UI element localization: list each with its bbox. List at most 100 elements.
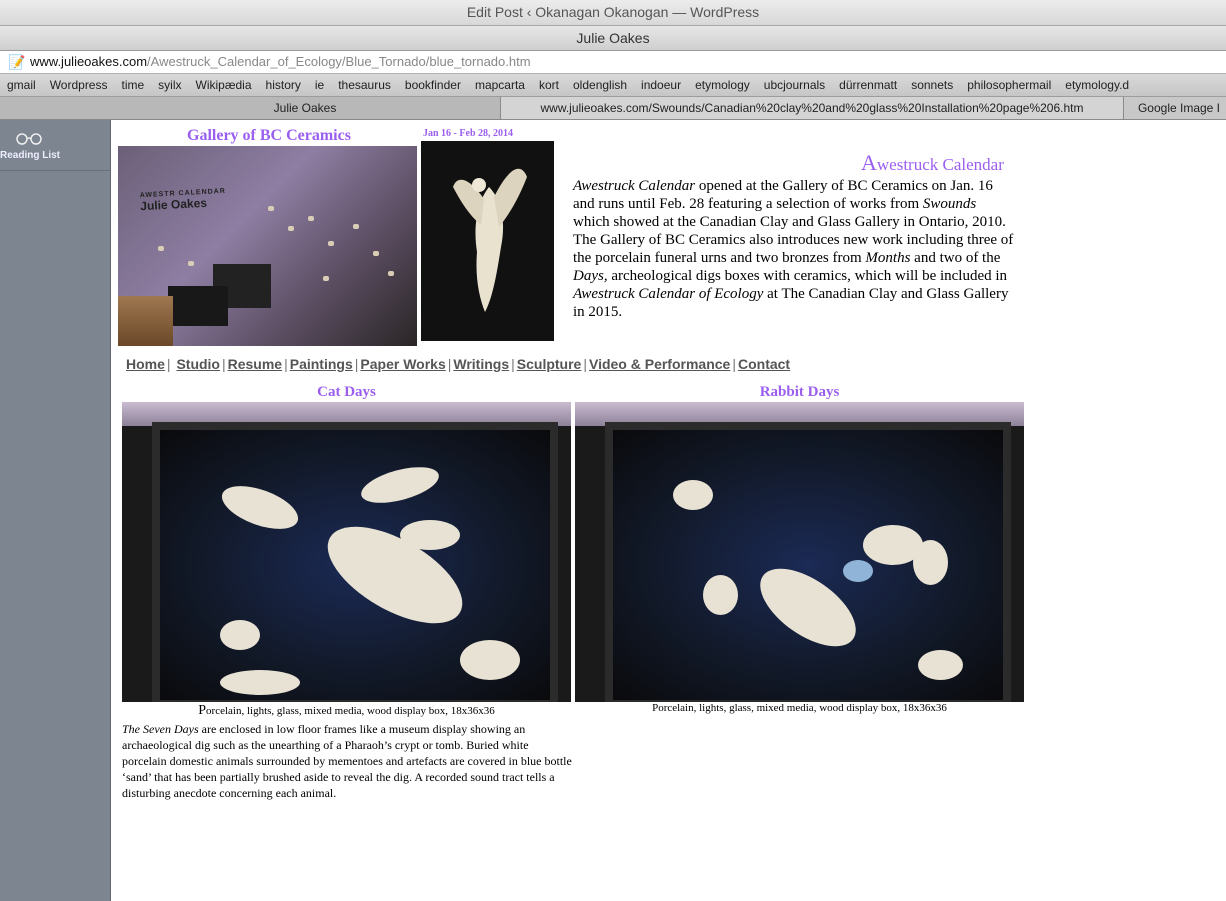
nav-studio[interactable]: Studio (176, 356, 220, 372)
wall-sculpture (323, 276, 329, 281)
porcelain-cat (400, 520, 460, 550)
bookmark-item[interactable]: Wordpress (50, 74, 108, 96)
intro-em: Awestruck Calendar (573, 178, 696, 194)
porcelain-artefact (220, 670, 300, 695)
desc-em: The Seven Days (122, 722, 199, 736)
address-bar[interactable]: 📝 www.julieoakes.com/Awestruck_Calendar_… (0, 51, 1226, 74)
wall-sculpture (268, 206, 274, 211)
wall-sculpture (188, 261, 194, 266)
nav-separator: | (166, 356, 171, 372)
photo-sign: AWESTR CALENDAR Julie Oakes (139, 186, 226, 214)
bookmark-item[interactable]: bookfinder (405, 74, 461, 96)
bookmark-item[interactable]: Wikipædia (196, 74, 252, 96)
wall-sculpture (308, 216, 314, 221)
intro-em: Months (865, 250, 911, 266)
site-navigation: Home | Studio | Resume | Paintings | Paper Work… (126, 356, 976, 372)
cat-days-caption: Porcelain, lights, glass, mixed media, w… (122, 703, 571, 719)
wall-sculpture (388, 271, 394, 276)
url-domain: www.julieoakes.com (30, 54, 148, 69)
title-initial: A (861, 150, 877, 175)
porcelain-rabbit (913, 540, 948, 585)
porcelain-bird-sculpture (453, 168, 527, 312)
nav-separator: | (732, 356, 736, 372)
page-title: Julie Oakes (576, 30, 650, 46)
wall-sculpture (353, 224, 359, 229)
intro-text: archeological digs boxes with ceramics, … (607, 268, 1008, 284)
gallery-title: Gallery of BC Ceramics (187, 127, 351, 144)
url-path: /Awestruck_Calendar_of_Ecology/Blue_Torn… (147, 54, 531, 69)
nav-writings[interactable]: Writings (453, 356, 509, 372)
porcelain-bird-photo[interactable] (421, 141, 554, 341)
caption-rest: orcelain, lights, glass, mixed media, wo… (206, 705, 495, 717)
intro-em: Days, (573, 268, 608, 284)
nav-paintings[interactable]: Paintings (290, 356, 353, 372)
intro-paragraph: Awestruck Calendar opened at the Gallery… (573, 177, 1015, 321)
wall-sculpture (373, 251, 379, 256)
porcelain-cat (460, 640, 520, 680)
title-rest: westruck Calendar (876, 155, 1004, 174)
bookmark-item[interactable]: etymology.d (1065, 74, 1129, 96)
rabbit-days-title: Rabbit Days (759, 384, 840, 400)
reading-list-label: Reading List (0, 150, 61, 161)
bookmark-item[interactable]: history (266, 74, 301, 96)
nav-sculpture[interactable]: Sculpture (517, 356, 582, 372)
bookmark-item[interactable]: dürrenmatt (839, 74, 897, 96)
porcelain-rabbit (918, 650, 963, 680)
bookmark-item[interactable]: syilx (158, 74, 181, 96)
caption-initial: P (198, 703, 207, 718)
site-favicon-icon: 📝 (8, 54, 26, 70)
url-text[interactable]: www.julieoakes.com/Awestruck_Calendar_of… (30, 51, 531, 73)
nav-contact[interactable]: Contact (738, 356, 790, 372)
date-label: Jan 16 - Feb 28, 2014 (423, 128, 513, 139)
seven-days-description: The Seven Days are enclosed in low floor… (122, 721, 574, 801)
cat-days-photo[interactable] (122, 402, 571, 702)
tab-swounds[interactable]: www.julieoakes.com/Swounds/Canadian%20cl… (500, 97, 1124, 119)
nav-home[interactable]: Home (126, 356, 165, 372)
bookmark-item[interactable]: mapcarta (475, 74, 525, 96)
awestruck-calendar-title: Awestruck Calendar (861, 150, 1004, 176)
tab-google-image[interactable]: Google Image I (1123, 97, 1226, 119)
glasses-icon (16, 133, 42, 145)
display-box-frame (152, 422, 558, 702)
porcelain-rabbit (673, 480, 713, 510)
nav-separator: | (511, 356, 515, 372)
nav-video-performance[interactable]: Video & Performance (589, 356, 730, 372)
intro-text: and two of the (910, 250, 1001, 266)
bookmark-item[interactable]: etymology (695, 74, 750, 96)
nav-separator: | (284, 356, 288, 372)
gallery-installation-photo[interactable]: AWESTR CALENDAR Julie Oakes (118, 146, 417, 346)
bookmark-item[interactable]: kort (539, 74, 559, 96)
bookmark-item[interactable]: gmail (7, 74, 36, 96)
intro-em: Swounds (922, 196, 977, 212)
reading-list-button[interactable]: Reading List (0, 126, 110, 171)
rabbit-days-caption: Porcelain, lights, glass, mixed media, w… (652, 702, 947, 714)
porcelain-rabbit (703, 575, 738, 615)
bookmark-item[interactable]: ubcjournals (764, 74, 825, 96)
rabbit-days-photo[interactable] (575, 402, 1024, 702)
porcelain-cat (357, 460, 443, 510)
nav-separator: | (221, 356, 226, 372)
nav-resume[interactable]: Resume (228, 356, 282, 372)
display-pedestal (168, 286, 228, 326)
display-box-frame (605, 422, 1011, 702)
bookmarks-bar: gmail Wordpress time syilx Wikipædia history i… (0, 74, 1226, 97)
bookmark-item[interactable]: philosophermail (967, 74, 1051, 96)
wall-sculpture (328, 241, 334, 246)
page-title-bar: Julie Oakes (0, 26, 1226, 51)
photo-sign-main: Julie Oakes (139, 195, 208, 214)
bookmark-item[interactable]: time (121, 74, 144, 96)
bookmark-item[interactable]: indoeur (641, 74, 681, 96)
bookmark-item[interactable]: ie (315, 74, 324, 96)
tab-bar: Julie Oakes www.julieoakes.com/Swounds/C… (0, 97, 1226, 120)
nav-separator: | (583, 356, 587, 372)
wall-sculpture (288, 226, 294, 231)
bookmark-item[interactable]: oldenglish (573, 74, 627, 96)
tab-julie-oakes[interactable]: Julie Oakes (110, 97, 500, 119)
porcelain-cat (216, 477, 304, 538)
blue-glass-piece (843, 560, 873, 582)
nav-paper-works[interactable]: Paper Works (360, 356, 445, 372)
bookmark-item[interactable]: sonnets (911, 74, 953, 96)
window-title: Edit Post ‹ Okanagan Okanogan — WordPres… (466, 4, 760, 20)
cat-days-title: Cat Days (317, 384, 376, 400)
bookmark-item[interactable]: thesaurus (338, 74, 391, 96)
